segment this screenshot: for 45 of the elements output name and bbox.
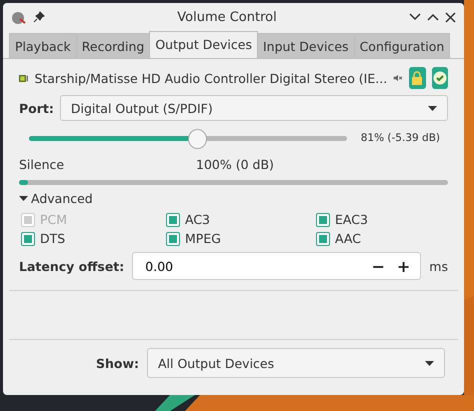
- format-label: AC3: [185, 212, 210, 227]
- checkbox[interactable]: [316, 212, 330, 226]
- increment-button[interactable]: +: [390, 256, 416, 276]
- close-icon[interactable]: [445, 12, 456, 22]
- tab[interactable]: Input Devices: [256, 33, 355, 58]
- advanced-expander[interactable]: Advanced: [31, 191, 93, 206]
- device-name: Starship/Matisse HD Audio Controller Digital Stereo (IE...: [34, 70, 388, 86]
- caret-icon: [425, 360, 434, 366]
- speaker-app-icon: [11, 10, 27, 24]
- tab[interactable]: Recording: [76, 33, 150, 58]
- muted-speaker-icon[interactable]: [393, 72, 404, 84]
- checkbox[interactable]: [166, 212, 180, 226]
- show-dropdown[interactable]: All Output Devices: [147, 348, 445, 378]
- port-label: Port:: [19, 100, 54, 116]
- caret-icon: [428, 106, 437, 110]
- volume-reading: 81% (-5.39 dB): [360, 132, 440, 144]
- tab[interactable]: Configuration: [354, 33, 450, 58]
- checkbox[interactable]: [166, 232, 180, 246]
- padlock-icon: [411, 71, 424, 85]
- expanded-arrow-icon[interactable]: [19, 195, 28, 202]
- pin-icon[interactable]: [33, 11, 45, 23]
- tab[interactable]: Playback: [9, 33, 77, 58]
- latency-field[interactable]: 0.00 − +: [132, 252, 422, 280]
- show-label: Show:: [96, 356, 139, 370]
- check-icon: [432, 71, 447, 85]
- latency-label: Latency offset:: [19, 258, 124, 274]
- format-label: EAC3: [335, 212, 368, 227]
- format-label: AAC: [335, 231, 361, 246]
- format-label: PCM: [40, 212, 68, 227]
- scale-label: Silence: [19, 157, 66, 172]
- window-title: Volume Control: [176, 10, 278, 24]
- unit-label: ms: [429, 258, 448, 274]
- decrement-button[interactable]: −: [365, 256, 391, 276]
- format-label: DTS: [40, 231, 66, 246]
- checkbox[interactable]: [316, 232, 330, 246]
- maximize-icon[interactable]: [427, 13, 439, 21]
- scale-label: 100% (0 dB): [196, 157, 274, 172]
- volume-slider[interactable]: [29, 129, 347, 147]
- minimize-icon[interactable]: [409, 13, 421, 21]
- port-dropdown[interactable]: Digital Output (S/PDIF): [60, 95, 448, 121]
- slider-handle[interactable]: [188, 128, 207, 148]
- format-label: MPEG: [185, 231, 221, 246]
- default-button[interactable]: [432, 67, 448, 89]
- checkbox[interactable]: [21, 232, 35, 246]
- lock-button[interactable]: [409, 67, 426, 89]
